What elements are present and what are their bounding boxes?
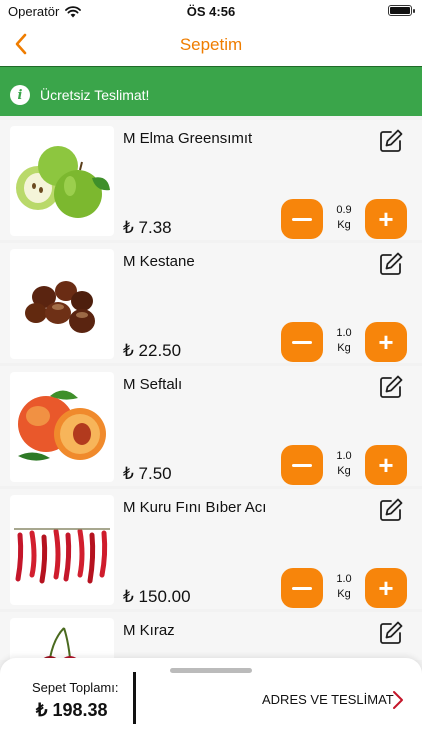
minus-icon xyxy=(292,463,312,467)
minus-icon xyxy=(292,586,312,590)
cherry-image xyxy=(10,618,114,660)
cart-list: M Elma Greensımıt ₺ 7.38 0.9 Kg + M Kest… xyxy=(0,120,422,660)
item-price: ₺ 7.38 xyxy=(123,218,172,237)
quantity-amount: 0.9 xyxy=(336,204,352,216)
status-time: ÖS 4:56 xyxy=(186,4,236,19)
plus-icon: + xyxy=(378,204,394,234)
decrease-quantity-button[interactable] xyxy=(281,199,323,239)
increase-quantity-button[interactable]: + xyxy=(365,568,407,608)
quantity-unit: Kg xyxy=(337,465,351,477)
quantity-amount: 1.0 xyxy=(336,450,352,462)
item-name: M Kıraz xyxy=(123,622,175,639)
item-name: M Kestane xyxy=(123,253,195,270)
peach-image xyxy=(10,372,114,482)
quantity-value: 1.0 Kg xyxy=(330,449,358,479)
divider xyxy=(0,66,422,74)
quantity-amount: 1.0 xyxy=(336,573,352,585)
edit-icon[interactable] xyxy=(378,251,404,277)
quantity-value: 1.0 Kg xyxy=(330,572,358,602)
plus-icon: + xyxy=(378,573,394,603)
item-name: M Elma Greensımıt xyxy=(123,130,253,147)
cart-item: M Kuru Fını Bıber Acı ₺ 150.00 1.0 Kg + xyxy=(0,489,422,609)
chestnut-image xyxy=(10,249,114,359)
nav-bar: Sepetim xyxy=(0,22,422,66)
edit-icon[interactable] xyxy=(378,374,404,400)
status-bar: Operatör ÖS 4:56 xyxy=(0,0,422,22)
page-title: Sepetim xyxy=(179,35,243,54)
quantity-unit: Kg xyxy=(337,588,351,600)
cart-item: M Seftalı ₺ 7.50 1.0 Kg + xyxy=(0,366,422,486)
increase-quantity-button[interactable]: + xyxy=(365,445,407,485)
item-price: ₺ 7.50 xyxy=(123,464,172,483)
info-icon: i xyxy=(10,85,30,105)
increase-quantity-button[interactable]: + xyxy=(365,322,407,362)
cart-total-label: Sepet Toplamı: xyxy=(32,680,119,695)
address-delivery-button[interactable]: ADRES VE TESLİMAT xyxy=(262,692,394,707)
cart-summary-sheet: Sepet Toplamı: ₺ 198.38 ADRES VE TESLİMA… xyxy=(0,658,422,750)
plus-icon: + xyxy=(378,450,394,480)
decrease-quantity-button[interactable] xyxy=(281,445,323,485)
edit-icon[interactable] xyxy=(378,128,404,154)
dried-chili-image xyxy=(10,495,114,605)
item-name: M Seftalı xyxy=(123,376,183,393)
quantity-value: 0.9 Kg xyxy=(330,203,358,233)
plus-icon: + xyxy=(378,327,394,357)
cart-item: M Kıraz xyxy=(0,612,422,660)
edit-icon[interactable] xyxy=(378,497,404,523)
quantity-unit: Kg xyxy=(337,342,351,354)
cart-item: M Elma Greensımıt ₺ 7.38 0.9 Kg + xyxy=(0,120,422,240)
item-name: M Kuru Fını Bıber Acı xyxy=(123,499,267,516)
increase-quantity-button[interactable]: + xyxy=(365,199,407,239)
item-price: ₺ 22.50 xyxy=(123,341,182,360)
minus-icon xyxy=(292,217,312,221)
quantity-unit: Kg xyxy=(337,219,351,231)
cart-item: M Kestane ₺ 22.50 1.0 Kg + xyxy=(0,243,422,363)
item-price: ₺ 150.00 xyxy=(123,587,191,606)
green-apple-image xyxy=(10,126,114,236)
decrease-quantity-button[interactable] xyxy=(281,568,323,608)
quantity-amount: 1.0 xyxy=(336,327,352,339)
decrease-quantity-button[interactable] xyxy=(281,322,323,362)
free-delivery-banner: i Ücretsiz Teslimat! xyxy=(0,74,422,116)
minus-icon xyxy=(292,340,312,344)
divider xyxy=(133,672,136,724)
sheet-handle[interactable] xyxy=(170,668,252,673)
battery-icon xyxy=(388,5,415,16)
cart-total-value: ₺ 198.38 xyxy=(36,700,108,720)
chevron-right-icon[interactable] xyxy=(388,687,408,713)
quantity-value: 1.0 Kg xyxy=(330,326,358,356)
banner-text: Ücretsiz Teslimat! xyxy=(40,87,150,103)
edit-icon[interactable] xyxy=(378,620,404,646)
